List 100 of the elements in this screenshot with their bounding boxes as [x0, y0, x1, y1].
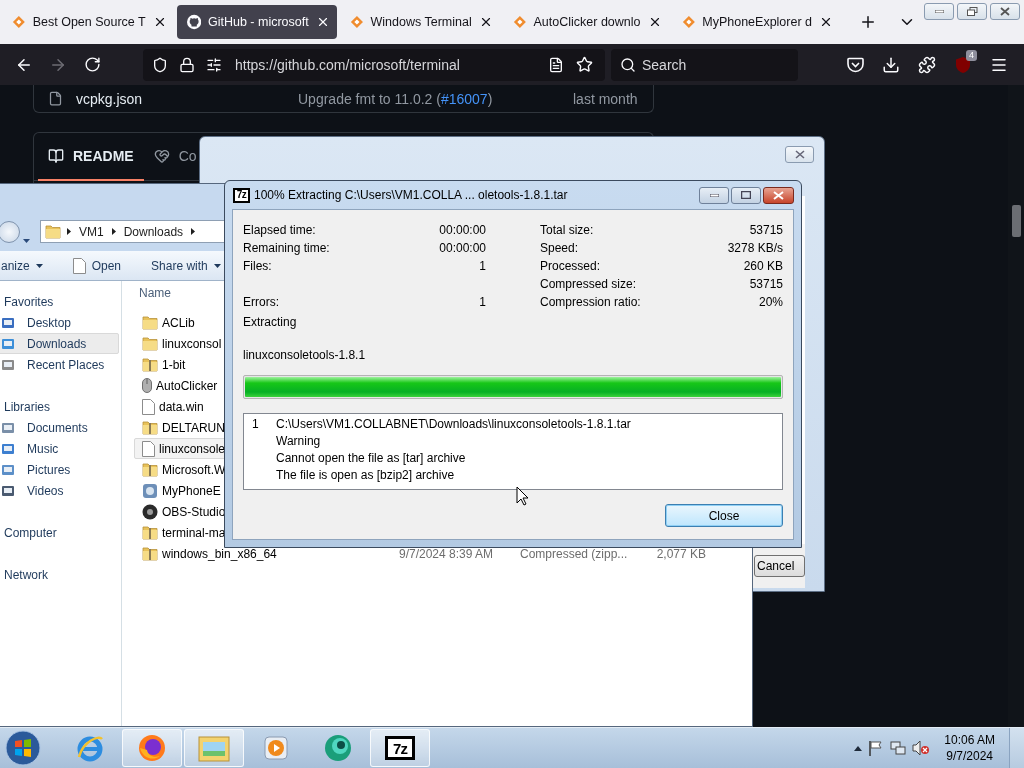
browser-tab[interactable]: AutoClicker downlo: [502, 5, 669, 39]
close-icon[interactable]: [819, 15, 833, 29]
mouse-icon: [142, 378, 152, 393]
address-field[interactable]: https://github.com/microsoft/terminal: [143, 48, 605, 81]
cancel-button[interactable]: Cancel: [754, 555, 805, 577]
close-button[interactable]: [990, 3, 1020, 20]
close-icon: [1000, 7, 1010, 16]
count-badge: 4: [966, 49, 977, 61]
nav-item[interactable]: Pictures: [0, 459, 121, 480]
nav-header[interactable]: Libraries: [0, 396, 121, 417]
close-icon: [794, 150, 805, 159]
stat-label: Elapsed time:: [243, 223, 316, 237]
nav-item[interactable]: Downloads: [0, 333, 119, 354]
nav-header[interactable]: Computer: [0, 522, 121, 543]
fox-logo-icon: [137, 733, 167, 763]
nav-item[interactable]: Desktop: [0, 312, 121, 333]
search-field[interactable]: Search: [611, 48, 798, 81]
file-item[interactable]: Microsoft.W: [134, 459, 232, 480]
minimize-icon: [934, 10, 944, 13]
start-button[interactable]: [3, 729, 43, 767]
nav-item[interactable]: Music: [0, 438, 121, 459]
zip-folder-icon: [142, 462, 158, 477]
reader-view-icon[interactable]: [548, 56, 564, 73]
caret-icon: [23, 239, 30, 243]
status-text: Extracting: [243, 314, 298, 331]
windows-logo-icon: [5, 730, 41, 766]
browser-tab[interactable]: Windows Terminal: [339, 5, 500, 39]
nav-item[interactable]: Documents: [0, 417, 121, 438]
tab-title: Windows Terminal: [370, 15, 472, 29]
nav-header[interactable]: Favorites: [0, 291, 121, 312]
bookmark-star-icon[interactable]: [576, 56, 593, 73]
commit-message: Upgrade fmt to 11.0.2 (#16007): [298, 90, 494, 107]
zip-folder-icon: [142, 525, 158, 540]
browser-tab[interactable]: MyPhoneExplorer d: [671, 5, 840, 39]
nav-header[interactable]: Network: [0, 564, 121, 585]
nav-item[interactable]: Videos: [0, 480, 121, 501]
search-icon: [620, 56, 636, 73]
tab-title: MyPhoneExplorer d: [702, 15, 812, 29]
flag-icon[interactable]: [868, 740, 885, 756]
maximize-button[interactable]: [731, 186, 761, 204]
muted-speaker-icon[interactable]: [912, 740, 931, 756]
close-button[interactable]: Close: [665, 504, 783, 527]
file-item[interactable]: windows_bin_x86_64: [134, 543, 283, 564]
toolbar-button[interactable]: Share with: [147, 253, 225, 278]
stat-label: Compressed size:: [540, 277, 637, 291]
stat-label: Speed:: [540, 241, 579, 255]
toolbar-button[interactable]: Open: [68, 253, 126, 278]
diamond-logo-icon: [12, 14, 26, 30]
readme-tab[interactable]: Co: [143, 133, 207, 181]
current-file-name: linuxconsoletools-1.8.1: [243, 347, 367, 364]
zip-folder-icon: [142, 546, 158, 561]
close-icon: [773, 190, 784, 200]
file-item[interactable]: data.win: [134, 396, 223, 417]
file-name: vcpkg.json: [76, 90, 143, 107]
file-icon: [142, 398, 155, 415]
file-item[interactable]: linuxconsol: [134, 333, 228, 354]
puzzle-icon: [918, 55, 936, 74]
browser-tab[interactable]: Best Open Source T: [2, 5, 174, 39]
stat-value: 260 KB: [743, 259, 783, 273]
folder-icon: [142, 336, 158, 351]
browser-tab[interactable]: GitHub - microsoft: [176, 5, 337, 39]
pocket-icon: [846, 56, 864, 73]
file-item[interactable]: 1-bit: [134, 354, 223, 375]
diamond-logo-icon: [512, 14, 527, 30]
toolbar-button[interactable]: anize: [0, 253, 47, 278]
message-line: Cannot open the file as [tar] archive: [276, 450, 467, 467]
taskbar-app[interactable]: 7z: [370, 729, 430, 767]
chevron-icon: [191, 228, 196, 235]
show-hidden-icons-icon[interactable]: [854, 745, 863, 751]
minimize-button[interactable]: [699, 186, 729, 204]
file-item[interactable]: terminal-ma: [134, 522, 232, 543]
taskbar-app[interactable]: [122, 729, 182, 767]
stat-value: 53715: [749, 277, 783, 291]
close-button[interactable]: [763, 186, 794, 204]
column-header[interactable]: Name: [139, 286, 171, 300]
readme-tab[interactable]: README: [38, 133, 144, 181]
shield-icon: [152, 56, 168, 73]
file-item[interactable]: ACLib: [134, 312, 223, 333]
clock[interactable]: 10:06 AM 9/7/2024: [936, 732, 1003, 764]
scrollbar-thumb[interactable]: [1012, 205, 1021, 237]
restore-button[interactable]: [957, 3, 987, 20]
file-item[interactable]: MyPhoneE: [134, 480, 227, 501]
date-cell: 9/7/2024 8:39 AM: [399, 546, 494, 561]
breadcrumb-item[interactable]: VM1: [77, 224, 106, 239]
stat-value: 53715: [749, 223, 783, 237]
caret-icon: [35, 263, 43, 268]
network-icon[interactable]: [890, 740, 907, 756]
stat-label: Total size:: [540, 223, 594, 237]
file-item[interactable]: OBS-Studio: [134, 501, 232, 522]
close-button[interactable]: [785, 146, 814, 163]
tab-title: GitHub - microsoft: [208, 15, 309, 29]
type-cell: Compressed (zipp...: [520, 546, 628, 561]
nav-item[interactable]: Recent Places: [0, 354, 121, 375]
file-icon: [142, 440, 155, 457]
breadcrumb-item[interactable]: Downloads: [121, 224, 186, 239]
seven-zip-logo-icon: 7z: [233, 187, 250, 203]
file-item[interactable]: DELTARUN: [134, 417, 231, 438]
stat-label: Processed:: [540, 259, 601, 273]
file-item[interactable]: AutoClicker: [134, 375, 224, 396]
issue-link[interactable]: #16007: [440, 90, 488, 107]
